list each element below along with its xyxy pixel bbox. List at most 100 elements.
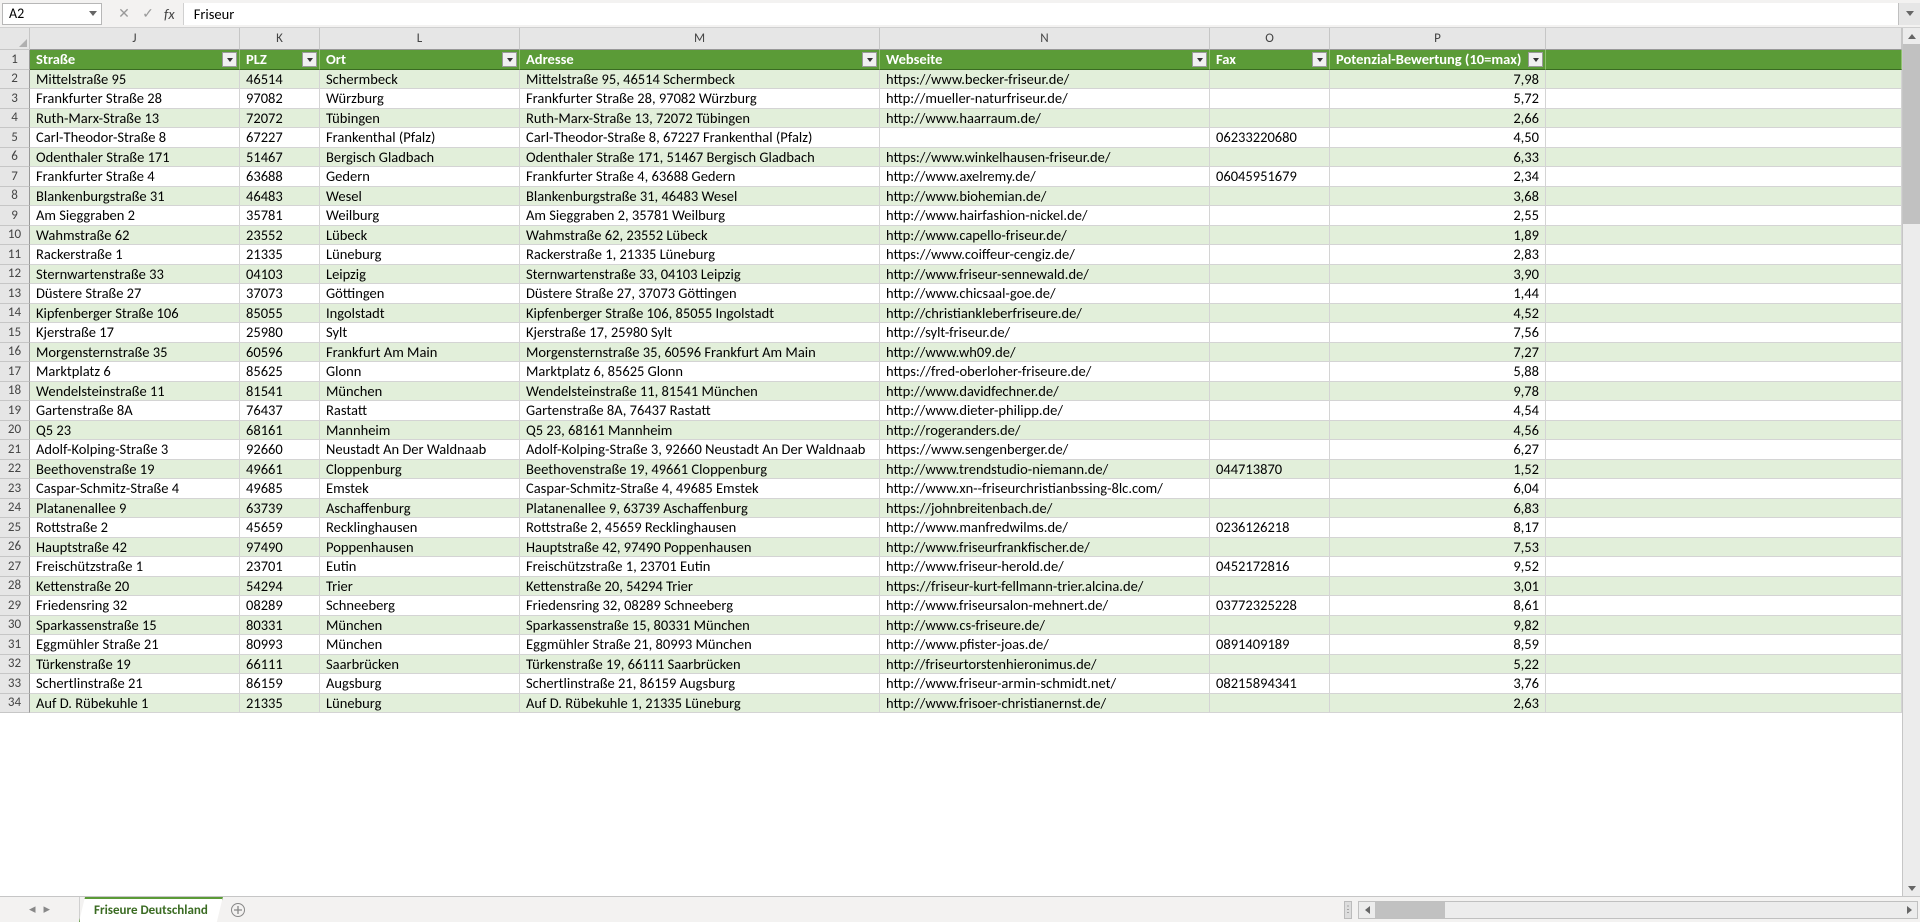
cell-O6[interactable] <box>1210 148 1330 168</box>
cell-O5[interactable]: 06233220680 <box>1210 128 1330 148</box>
cell-N25[interactable]: http://www.manfredwilms.de/ <box>880 518 1210 538</box>
column-header-M[interactable]: M <box>520 28 880 50</box>
cell-K9[interactable]: 35781 <box>240 206 320 226</box>
row-header-27[interactable]: 27 <box>0 557 30 577</box>
cell-L4[interactable]: Tübingen <box>320 109 520 129</box>
cell-L18[interactable]: München <box>320 382 520 402</box>
filter-dropdown-icon[interactable] <box>1528 52 1543 67</box>
cell-L10[interactable]: Lübeck <box>320 226 520 246</box>
cell-P34[interactable]: 2,63 <box>1330 694 1546 714</box>
cell-O21[interactable] <box>1210 440 1330 460</box>
scroll-left-icon[interactable] <box>1359 902 1375 918</box>
table-header-J[interactable]: Straße <box>30 50 240 70</box>
cell-K34[interactable]: 21335 <box>240 694 320 714</box>
cell-K23[interactable]: 49685 <box>240 479 320 499</box>
cell-M27[interactable]: Freischützstraße 1, 23701 Eutin <box>520 557 880 577</box>
cell-O3[interactable] <box>1210 89 1330 109</box>
expand-formula-bar-icon[interactable] <box>1898 3 1920 25</box>
cell-O15[interactable] <box>1210 323 1330 343</box>
row-header-24[interactable]: 24 <box>0 499 30 519</box>
row-header-6[interactable]: 6 <box>0 148 30 168</box>
row-header-28[interactable]: 28 <box>0 577 30 597</box>
cell-O13[interactable] <box>1210 284 1330 304</box>
cell-K25[interactable]: 45659 <box>240 518 320 538</box>
cell-K18[interactable]: 81541 <box>240 382 320 402</box>
cell-N24[interactable]: https://johnbreitenbach.de/ <box>880 499 1210 519</box>
cell-J29[interactable]: Friedensring 32 <box>30 596 240 616</box>
cell-K5[interactable]: 67227 <box>240 128 320 148</box>
row-header-11[interactable]: 11 <box>0 245 30 265</box>
filter-dropdown-icon[interactable] <box>222 52 237 67</box>
cell-J30[interactable]: Sparkassenstraße 15 <box>30 616 240 636</box>
cell-P24[interactable]: 6,83 <box>1330 499 1546 519</box>
row-header-18[interactable]: 18 <box>0 382 30 402</box>
formula-input[interactable] <box>183 3 1898 25</box>
cell-K17[interactable]: 85625 <box>240 362 320 382</box>
cell-K29[interactable]: 08289 <box>240 596 320 616</box>
cell-M25[interactable]: Rottstraße 2, 45659 Recklinghausen <box>520 518 880 538</box>
cell-N34[interactable]: http://www.frisoer-christianernst.de/ <box>880 694 1210 714</box>
cell-M34[interactable]: Auf D. Rübekuhle 1, 21335 Lüneburg <box>520 694 880 714</box>
cell-N33[interactable]: http://www.friseur-armin-schmidt.net/ <box>880 674 1210 694</box>
cell-J12[interactable]: Sternwartenstraße 33 <box>30 265 240 285</box>
cell-M24[interactable]: Platanenallee 9, 63739 Aschaffenburg <box>520 499 880 519</box>
cell-J4[interactable]: Ruth-Marx-Straße 13 <box>30 109 240 129</box>
cell-M13[interactable]: Düstere Straße 27, 37073 Göttingen <box>520 284 880 304</box>
cell-J25[interactable]: Rottstraße 2 <box>30 518 240 538</box>
cell-J33[interactable]: Schertlinstraße 21 <box>30 674 240 694</box>
row-header-12[interactable]: 12 <box>0 265 30 285</box>
cell-K33[interactable]: 86159 <box>240 674 320 694</box>
cell-O31[interactable]: 0891409189 <box>1210 635 1330 655</box>
cell-J27[interactable]: Freischützstraße 1 <box>30 557 240 577</box>
horizontal-scroll-thumb[interactable] <box>1375 902 1445 918</box>
horizontal-scroll-track[interactable] <box>1375 902 1901 918</box>
row-header-13[interactable]: 13 <box>0 284 30 304</box>
cell-N5[interactable] <box>880 128 1210 148</box>
cell-P29[interactable]: 8,61 <box>1330 596 1546 616</box>
cell-N10[interactable]: http://www.capello-friseur.de/ <box>880 226 1210 246</box>
row-header-4[interactable]: 4 <box>0 109 30 129</box>
cell-L20[interactable]: Mannheim <box>320 421 520 441</box>
cell-J7[interactable]: Frankfurter Straße 4 <box>30 167 240 187</box>
cell-O29[interactable]: 03772325228 <box>1210 596 1330 616</box>
cell-L13[interactable]: Göttingen <box>320 284 520 304</box>
cell-N6[interactable]: https://www.winkelhausen-friseur.de/ <box>880 148 1210 168</box>
column-header-O[interactable]: O <box>1210 28 1330 50</box>
cell-M2[interactable]: Mittelstraße 95, 46514 Schermbeck <box>520 70 880 90</box>
sheet-nav-prev-icon[interactable]: ◂ <box>29 902 36 917</box>
cell-K14[interactable]: 85055 <box>240 304 320 324</box>
row-header-14[interactable]: 14 <box>0 304 30 324</box>
cell-O23[interactable] <box>1210 479 1330 499</box>
cell-P17[interactable]: 5,88 <box>1330 362 1546 382</box>
cell-K21[interactable]: 92660 <box>240 440 320 460</box>
cell-K16[interactable]: 60596 <box>240 343 320 363</box>
cell-O11[interactable] <box>1210 245 1330 265</box>
cell-K19[interactable]: 76437 <box>240 401 320 421</box>
cell-N31[interactable]: http://www.pfister-joas.de/ <box>880 635 1210 655</box>
cell-L25[interactable]: Recklinghausen <box>320 518 520 538</box>
name-box[interactable]: A2 <box>2 3 102 25</box>
table-header-M[interactable]: Adresse <box>520 50 880 70</box>
cell-L17[interactable]: Glonn <box>320 362 520 382</box>
cell-L2[interactable]: Schermbeck <box>320 70 520 90</box>
filter-dropdown-icon[interactable] <box>1192 52 1207 67</box>
cell-J14[interactable]: Kipfenberger Straße 106 <box>30 304 240 324</box>
cell-K11[interactable]: 21335 <box>240 245 320 265</box>
cell-M22[interactable]: Beethovenstraße 19, 49661 Cloppenburg <box>520 460 880 480</box>
row-header-29[interactable]: 29 <box>0 596 30 616</box>
cell-O10[interactable] <box>1210 226 1330 246</box>
cell-J18[interactable]: Wendelsteinstraße 11 <box>30 382 240 402</box>
cell-J2[interactable]: Mittelstraße 95 <box>30 70 240 90</box>
cell-O32[interactable] <box>1210 655 1330 675</box>
cell-N16[interactable]: http://www.wh09.de/ <box>880 343 1210 363</box>
row-header-20[interactable]: 20 <box>0 421 30 441</box>
cell-O12[interactable] <box>1210 265 1330 285</box>
cell-J11[interactable]: Rackerstraße 1 <box>30 245 240 265</box>
scroll-down-icon[interactable] <box>1903 880 1920 896</box>
row-header-22[interactable]: 22 <box>0 460 30 480</box>
row-header-30[interactable]: 30 <box>0 616 30 636</box>
cell-K22[interactable]: 49661 <box>240 460 320 480</box>
cell-N28[interactable]: https://friseur-kurt-fellmann-trier.alci… <box>880 577 1210 597</box>
cell-K15[interactable]: 25980 <box>240 323 320 343</box>
cell-J34[interactable]: Auf D. Rübekuhle 1 <box>30 694 240 714</box>
